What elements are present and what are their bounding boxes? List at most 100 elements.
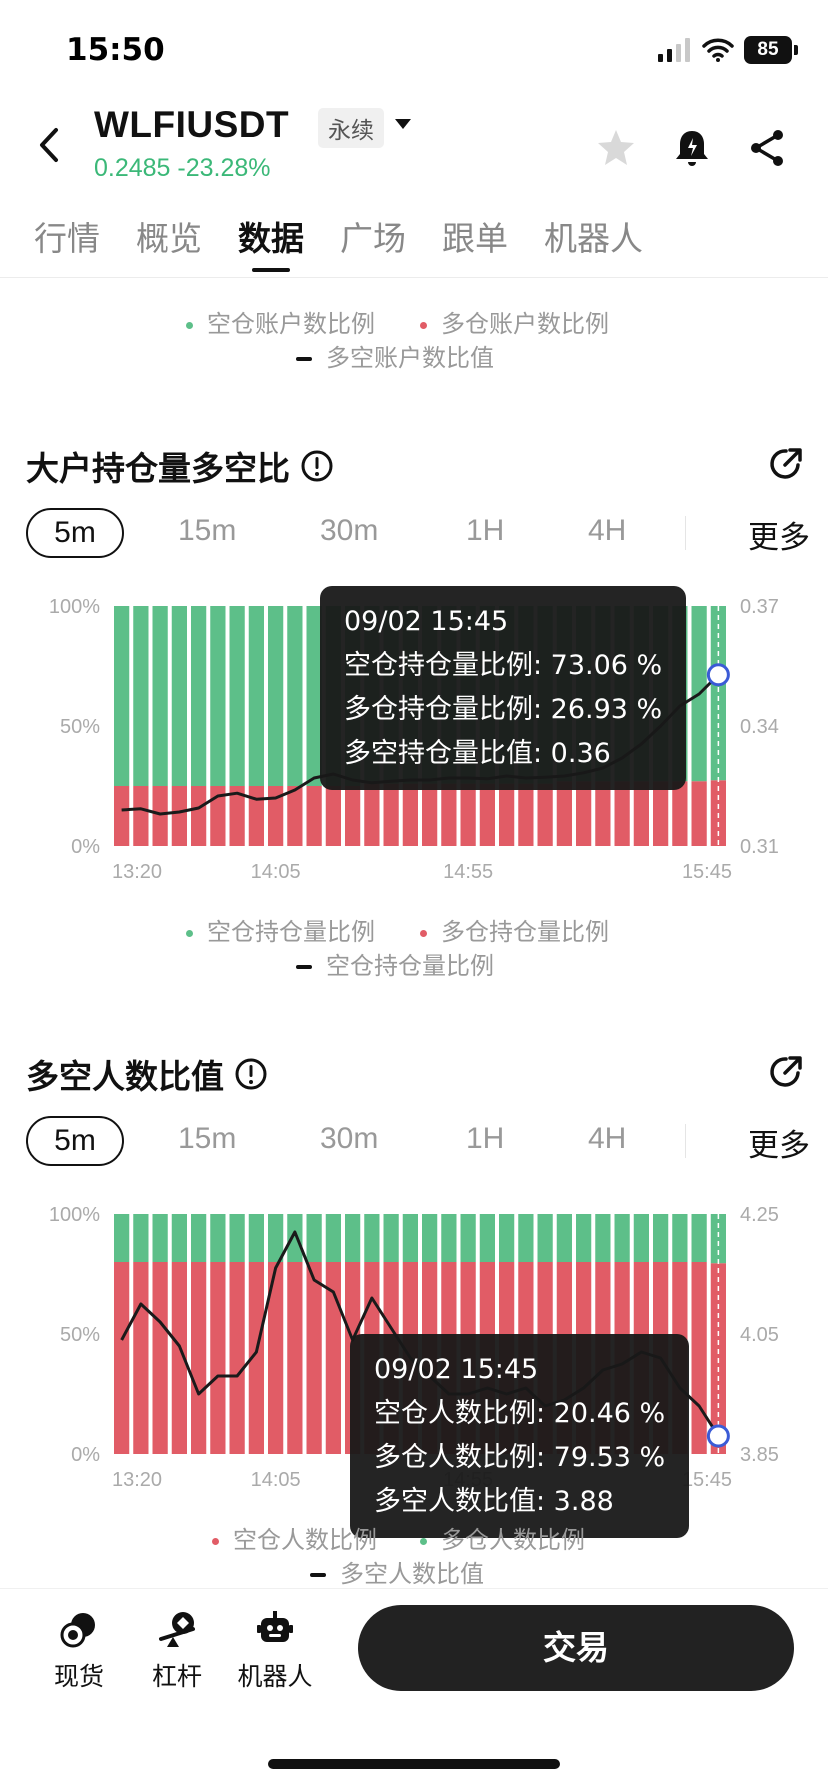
legend-dot-red (420, 929, 427, 937)
legend-item-long-accounts: 多仓账户数比例 (420, 304, 609, 339)
interval-15m[interactable]: 15m (178, 1122, 236, 1156)
active-tab-indicator (252, 268, 290, 272)
bar-segment-3-upper (152, 606, 168, 786)
bar-segment-16-lower (402, 783, 418, 846)
spot-button[interactable]: 现货 (34, 1609, 124, 1693)
x-tick-label: 15:45 (682, 861, 732, 883)
main-tabs: 行情 概览 数据 广场 跟单 机器人 (0, 200, 828, 278)
bar-segment-23-lower (537, 783, 553, 846)
ratio-marker-point (706, 663, 730, 687)
bar-segment-7-upper (229, 606, 245, 786)
tab-market[interactable]: 行情 (34, 212, 100, 260)
bar-segment-28-lower (633, 781, 649, 846)
bar-segment-30-lower (672, 781, 688, 846)
y-right-tick-label: 0.34 (740, 716, 779, 738)
interval-30m[interactable]: 30m (320, 514, 378, 548)
chart-tooltip: 09/02 15:45 空仓持仓量比例: 73.06 % 多仓持仓量比例: 26… (320, 586, 687, 790)
alert-bell-icon[interactable] (670, 126, 714, 170)
legend-label: 多空账户数比值 (326, 344, 494, 372)
bar-segment-26-upper (595, 1214, 611, 1262)
x-tick-label: 15:45 (682, 1469, 732, 1491)
legend-line-swatch (296, 965, 312, 969)
star-icon[interactable] (594, 126, 638, 170)
y-left-tick-label: 0% (71, 1444, 100, 1466)
section-title-top-positions: 大户持仓量多空比 (26, 442, 334, 490)
interval-4h[interactable]: 4H (588, 514, 626, 548)
status-time: 15:50 (66, 32, 165, 68)
legend-item-short-accounts: 空仓账户数比例 (186, 304, 375, 339)
bot-button[interactable]: 机器人 (230, 1609, 320, 1693)
y-left-tick-label: 50% (60, 1324, 100, 1346)
bar-segment-8-lower (248, 786, 264, 846)
legend-label: 空仓账户数比例 (207, 310, 375, 338)
legend-item-long-count: 多仓人数比例 (420, 1520, 585, 1555)
tab-overview[interactable]: 概览 (136, 212, 202, 260)
trade-button[interactable]: 交易 (358, 1605, 794, 1691)
back-arrow-icon[interactable] (30, 120, 70, 170)
margin-button[interactable]: 杠杆 (132, 1609, 222, 1693)
bar-segment-21-upper (499, 1214, 515, 1262)
interval-4h[interactable]: 4H (588, 1122, 626, 1156)
price-change: 0.2485 -23.28% (94, 154, 271, 183)
interval-selector: 5m 15m 30m 1H 4H 更多 (26, 1116, 828, 1168)
y-right-tick-label: 3.85 (740, 1444, 779, 1466)
bar-segment-4-upper (171, 1214, 187, 1262)
bar-segment-17-upper (422, 1214, 438, 1262)
bar-segment-11-lower (306, 786, 322, 846)
legend-label: 多仓持仓量比例 (441, 918, 609, 946)
bar-segment-2-upper (133, 606, 149, 786)
legend-dot-red (212, 1537, 219, 1545)
bar-segment-25-upper (576, 1214, 592, 1262)
bar-segment-10-upper (287, 1214, 303, 1262)
signal-icon (658, 38, 690, 62)
bar-segment-1-upper (114, 1214, 130, 1262)
legend-label: 多仓账户数比例 (441, 310, 609, 338)
bar-segment-8-upper (248, 1214, 264, 1262)
interval-selector: 5m 15m 30m 1H 4H 更多 (26, 508, 828, 560)
interval-divider (685, 1124, 686, 1158)
interval-5m[interactable]: 5m (26, 508, 124, 558)
share-chart-icon[interactable] (766, 1052, 806, 1092)
bar-segment-14-lower (364, 783, 380, 846)
legend-dot-red (420, 321, 427, 329)
bar-segment-22-lower (518, 783, 534, 846)
interval-5m[interactable]: 5m (26, 1116, 124, 1166)
tab-square[interactable]: 广场 (340, 212, 406, 260)
interval-1h[interactable]: 1H (466, 1122, 504, 1156)
interval-15m[interactable]: 15m (178, 514, 236, 548)
margin-label: 杠杆 (151, 1662, 202, 1691)
interval-more[interactable]: 更多 (748, 1120, 810, 1165)
tooltip-line: 多仓人数比例: 79.53 % (374, 1442, 666, 1473)
legend-item-ratio-count: 多空人数比值 (310, 1554, 484, 1589)
interval-more[interactable]: 更多 (748, 512, 810, 557)
tab-copy-trading[interactable]: 跟单 (442, 212, 508, 260)
bar-segment-7-lower (229, 1262, 245, 1454)
battery-indicator: 85 (744, 36, 792, 64)
caret-down-icon[interactable] (394, 118, 412, 130)
bar-segment-5-upper (191, 606, 207, 786)
bar-segment-5-upper (191, 1214, 207, 1262)
share-chart-icon[interactable] (766, 444, 806, 484)
price-change-percent: -23.28% (177, 154, 271, 182)
bar-segment-3-lower (152, 786, 168, 846)
tab-bots[interactable]: 机器人 (544, 212, 643, 260)
info-icon[interactable] (234, 1057, 268, 1091)
battery-nub (794, 45, 798, 55)
contract-type-badge[interactable]: 永续 (318, 108, 384, 148)
bar-segment-6-lower (210, 1262, 226, 1454)
interval-30m[interactable]: 30m (320, 1122, 378, 1156)
status-icons: 85 (658, 36, 798, 64)
bar-segment-1-upper (114, 606, 130, 786)
info-icon[interactable] (300, 449, 334, 483)
tab-data[interactable]: 数据 (238, 212, 304, 260)
bar-segment-26-lower (595, 781, 611, 846)
y-left-tick-label: 100% (49, 1204, 100, 1226)
interval-1h[interactable]: 1H (466, 514, 504, 548)
x-tick-label: 13:20 (112, 861, 162, 883)
symbol-title[interactable]: WLFIUSDT (94, 104, 289, 146)
bar-segment-27-lower (614, 781, 630, 846)
margin-lever-icon (159, 1612, 195, 1647)
robot-icon (257, 1611, 293, 1642)
y-left-tick-label: 0% (71, 836, 100, 858)
share-icon[interactable] (746, 126, 790, 170)
